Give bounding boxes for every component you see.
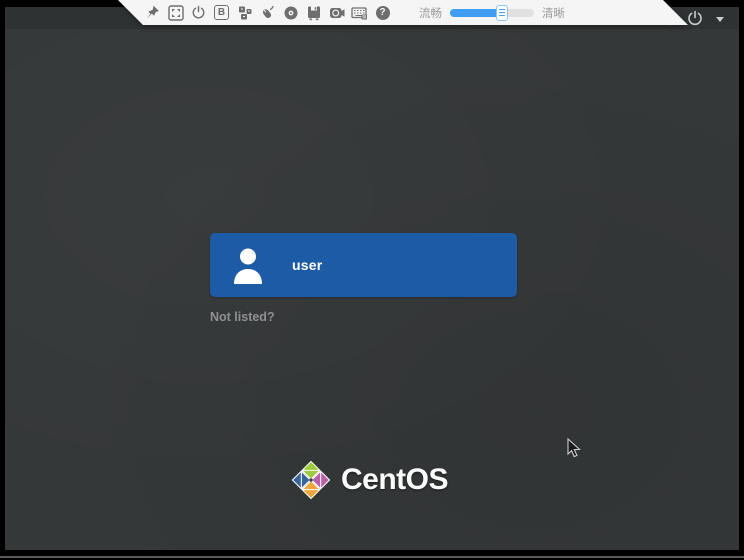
hotkeys-icon[interactable] <box>236 4 253 21</box>
slider-smooth-label: 流畅 <box>419 5 442 21</box>
virtual-keyboard-icon[interactable] <box>351 4 368 21</box>
floppy-disk-icon[interactable] <box>305 4 322 21</box>
not-listed-link[interactable]: Not listed? <box>210 310 275 324</box>
power-icon[interactable] <box>190 4 207 21</box>
help-label: ? <box>376 6 390 20</box>
avatar-icon <box>228 246 268 284</box>
viewer-toolbar-content: B <box>118 0 688 25</box>
centos-wordmark: CentOS <box>341 463 448 497</box>
user-name-label: user <box>292 257 322 273</box>
fullscreen-icon[interactable] <box>167 4 184 21</box>
centos-logo-icon <box>290 459 332 501</box>
boss-key-label: B <box>214 5 229 20</box>
viewer-toolbar: B <box>118 0 688 25</box>
power-icon[interactable] <box>687 10 703 26</box>
pin-icon[interactable] <box>144 4 161 21</box>
user-login-tile[interactable]: user <box>210 233 517 297</box>
remote-desktop-screen: user Not listed? CentOS <box>5 7 739 550</box>
quality-slider-fill <box>450 9 502 17</box>
cd-disc-icon[interactable] <box>282 4 299 21</box>
help-icon[interactable]: ? <box>374 4 391 21</box>
quality-slider-track[interactable] <box>450 9 534 17</box>
boss-key-icon[interactable]: B <box>213 4 230 21</box>
screen-record-icon[interactable] <box>328 4 345 21</box>
centos-branding: CentOS <box>290 459 448 501</box>
chevron-down-icon[interactable] <box>716 17 724 22</box>
quality-slider-handle[interactable] <box>496 5 508 21</box>
quality-slider-group: 流畅 清晰 <box>419 5 565 21</box>
viewer-frame-bottom-line <box>0 556 744 558</box>
slider-sharp-label: 清晰 <box>542 5 565 21</box>
mouse-cursor <box>567 438 583 460</box>
mouse-device-icon[interactable] <box>259 4 276 21</box>
